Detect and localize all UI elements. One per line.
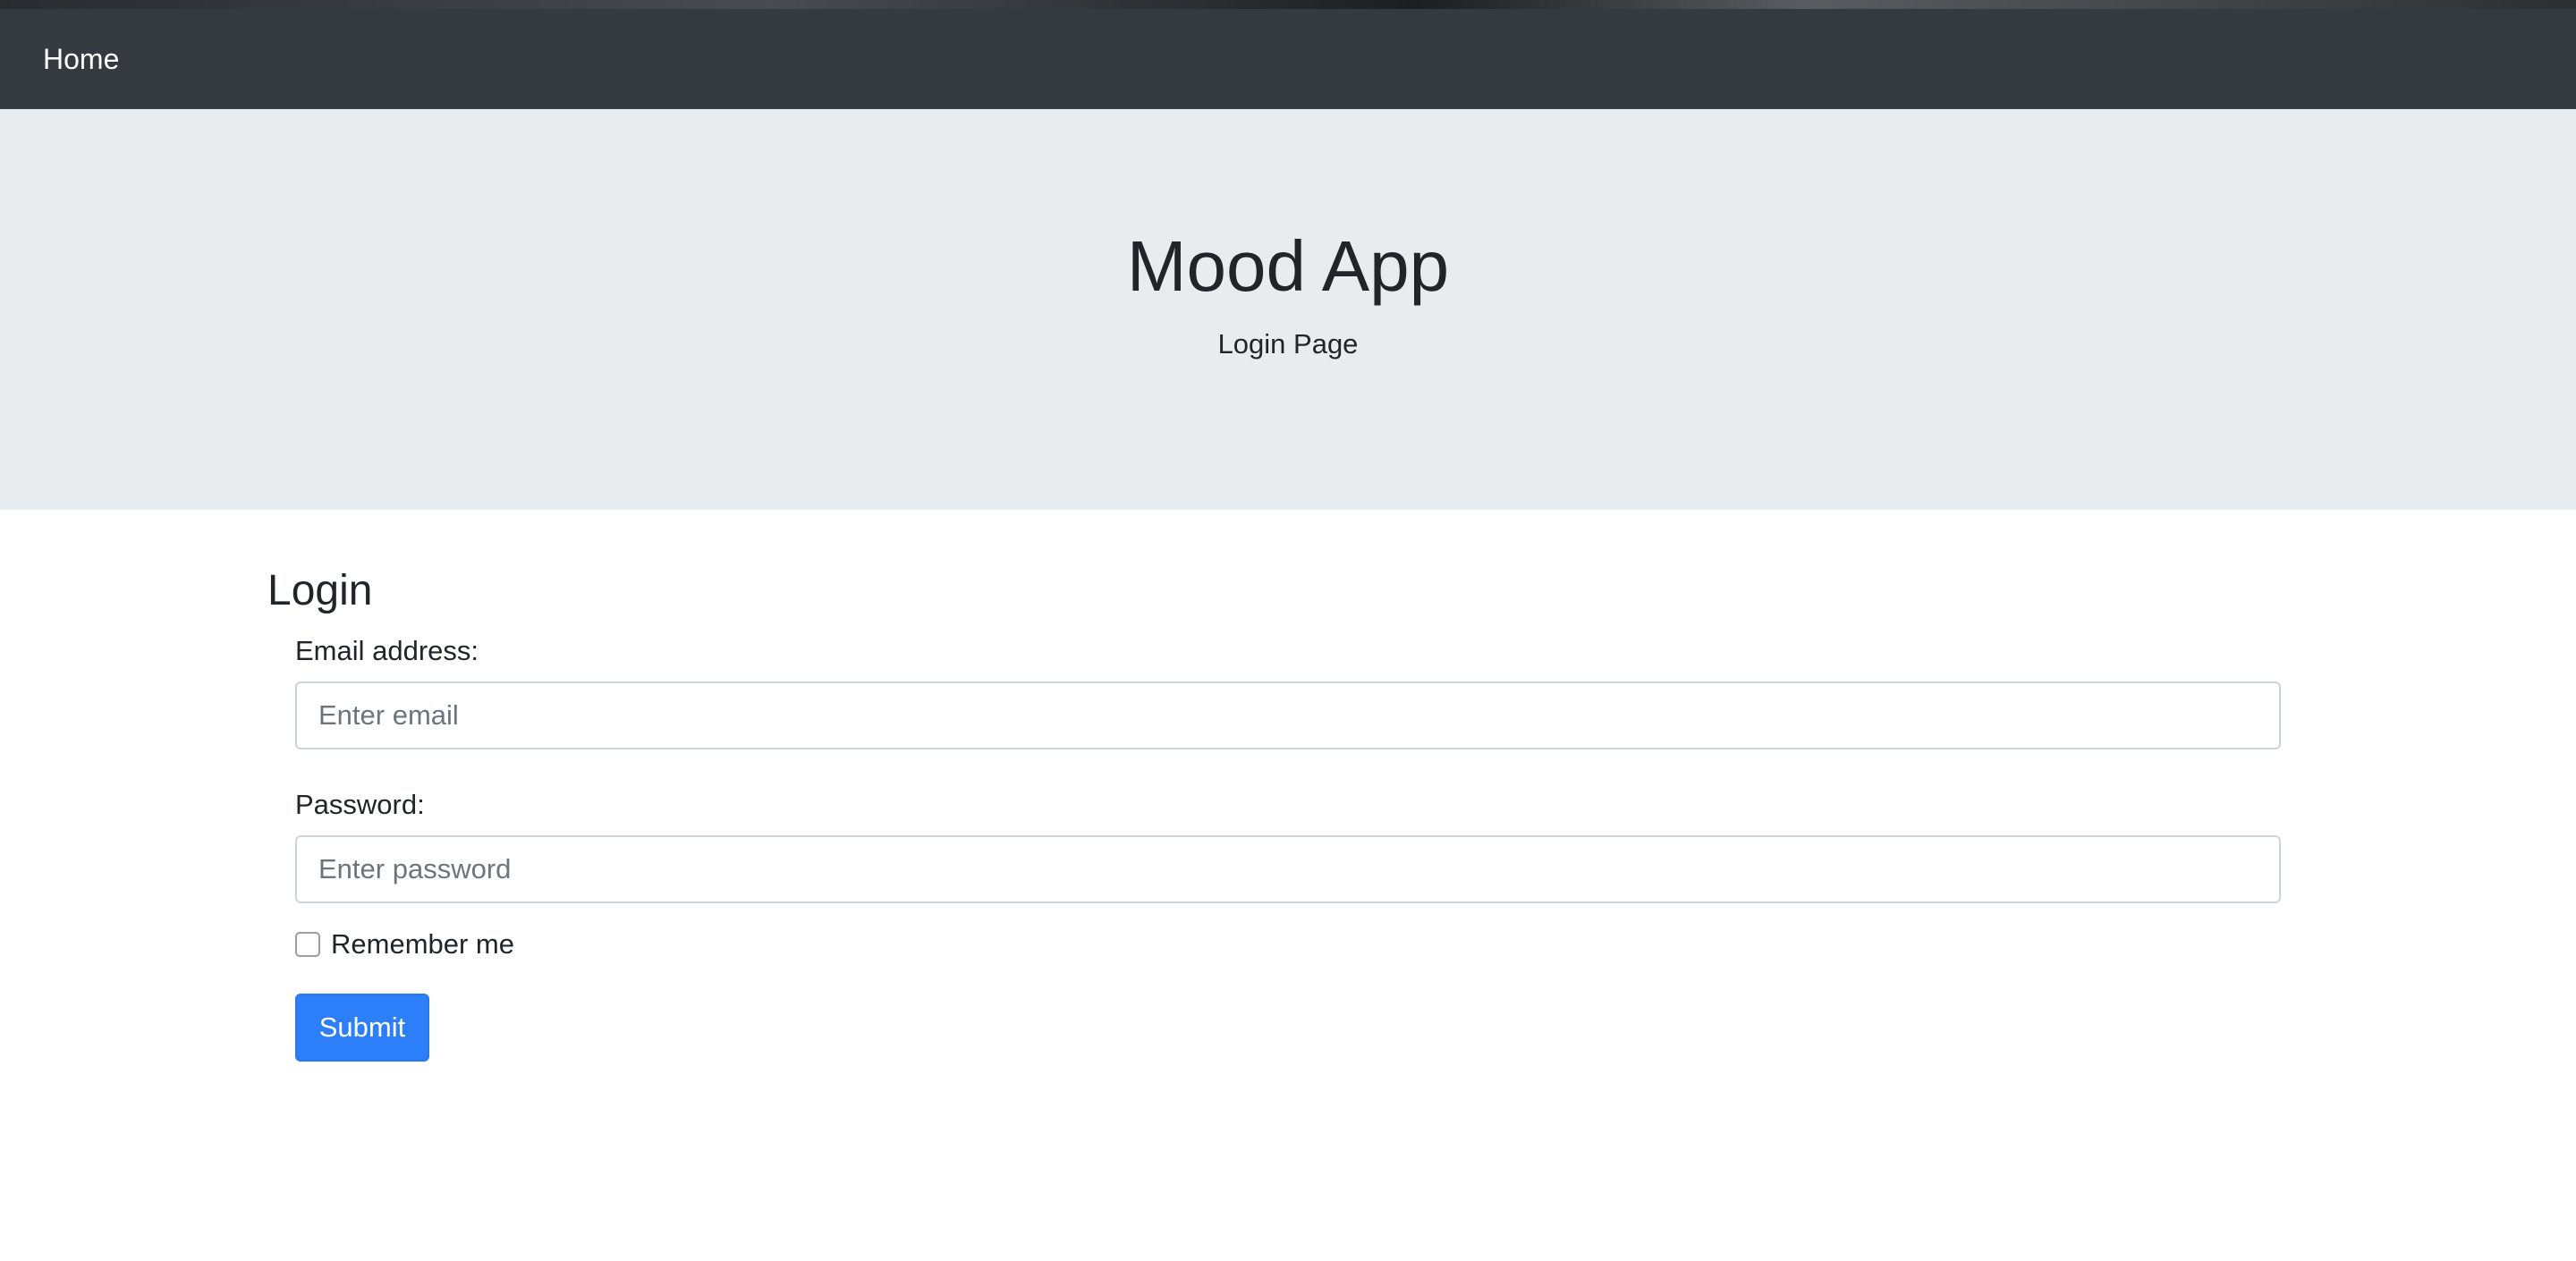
- app-title: Mood App: [1126, 226, 1450, 306]
- remember-me-row: Remember me: [295, 928, 514, 961]
- remember-me-label: Remember me: [331, 928, 514, 960]
- browser-top-strip: [0, 0, 2576, 9]
- navbar: Home: [0, 9, 2576, 109]
- nav-home-link[interactable]: Home: [43, 43, 119, 76]
- page-subtitle: Login Page: [1217, 328, 1359, 360]
- remember-me-checkbox[interactable]: [295, 932, 320, 957]
- login-title: Login: [267, 567, 373, 614]
- email-label: Email address:: [295, 635, 479, 666]
- jumbotron: Mood App Login Page: [0, 109, 2576, 510]
- password-input[interactable]: [295, 835, 2281, 903]
- email-input[interactable]: [295, 681, 2281, 749]
- submit-button[interactable]: Submit: [295, 994, 429, 1062]
- password-label: Password:: [295, 789, 425, 820]
